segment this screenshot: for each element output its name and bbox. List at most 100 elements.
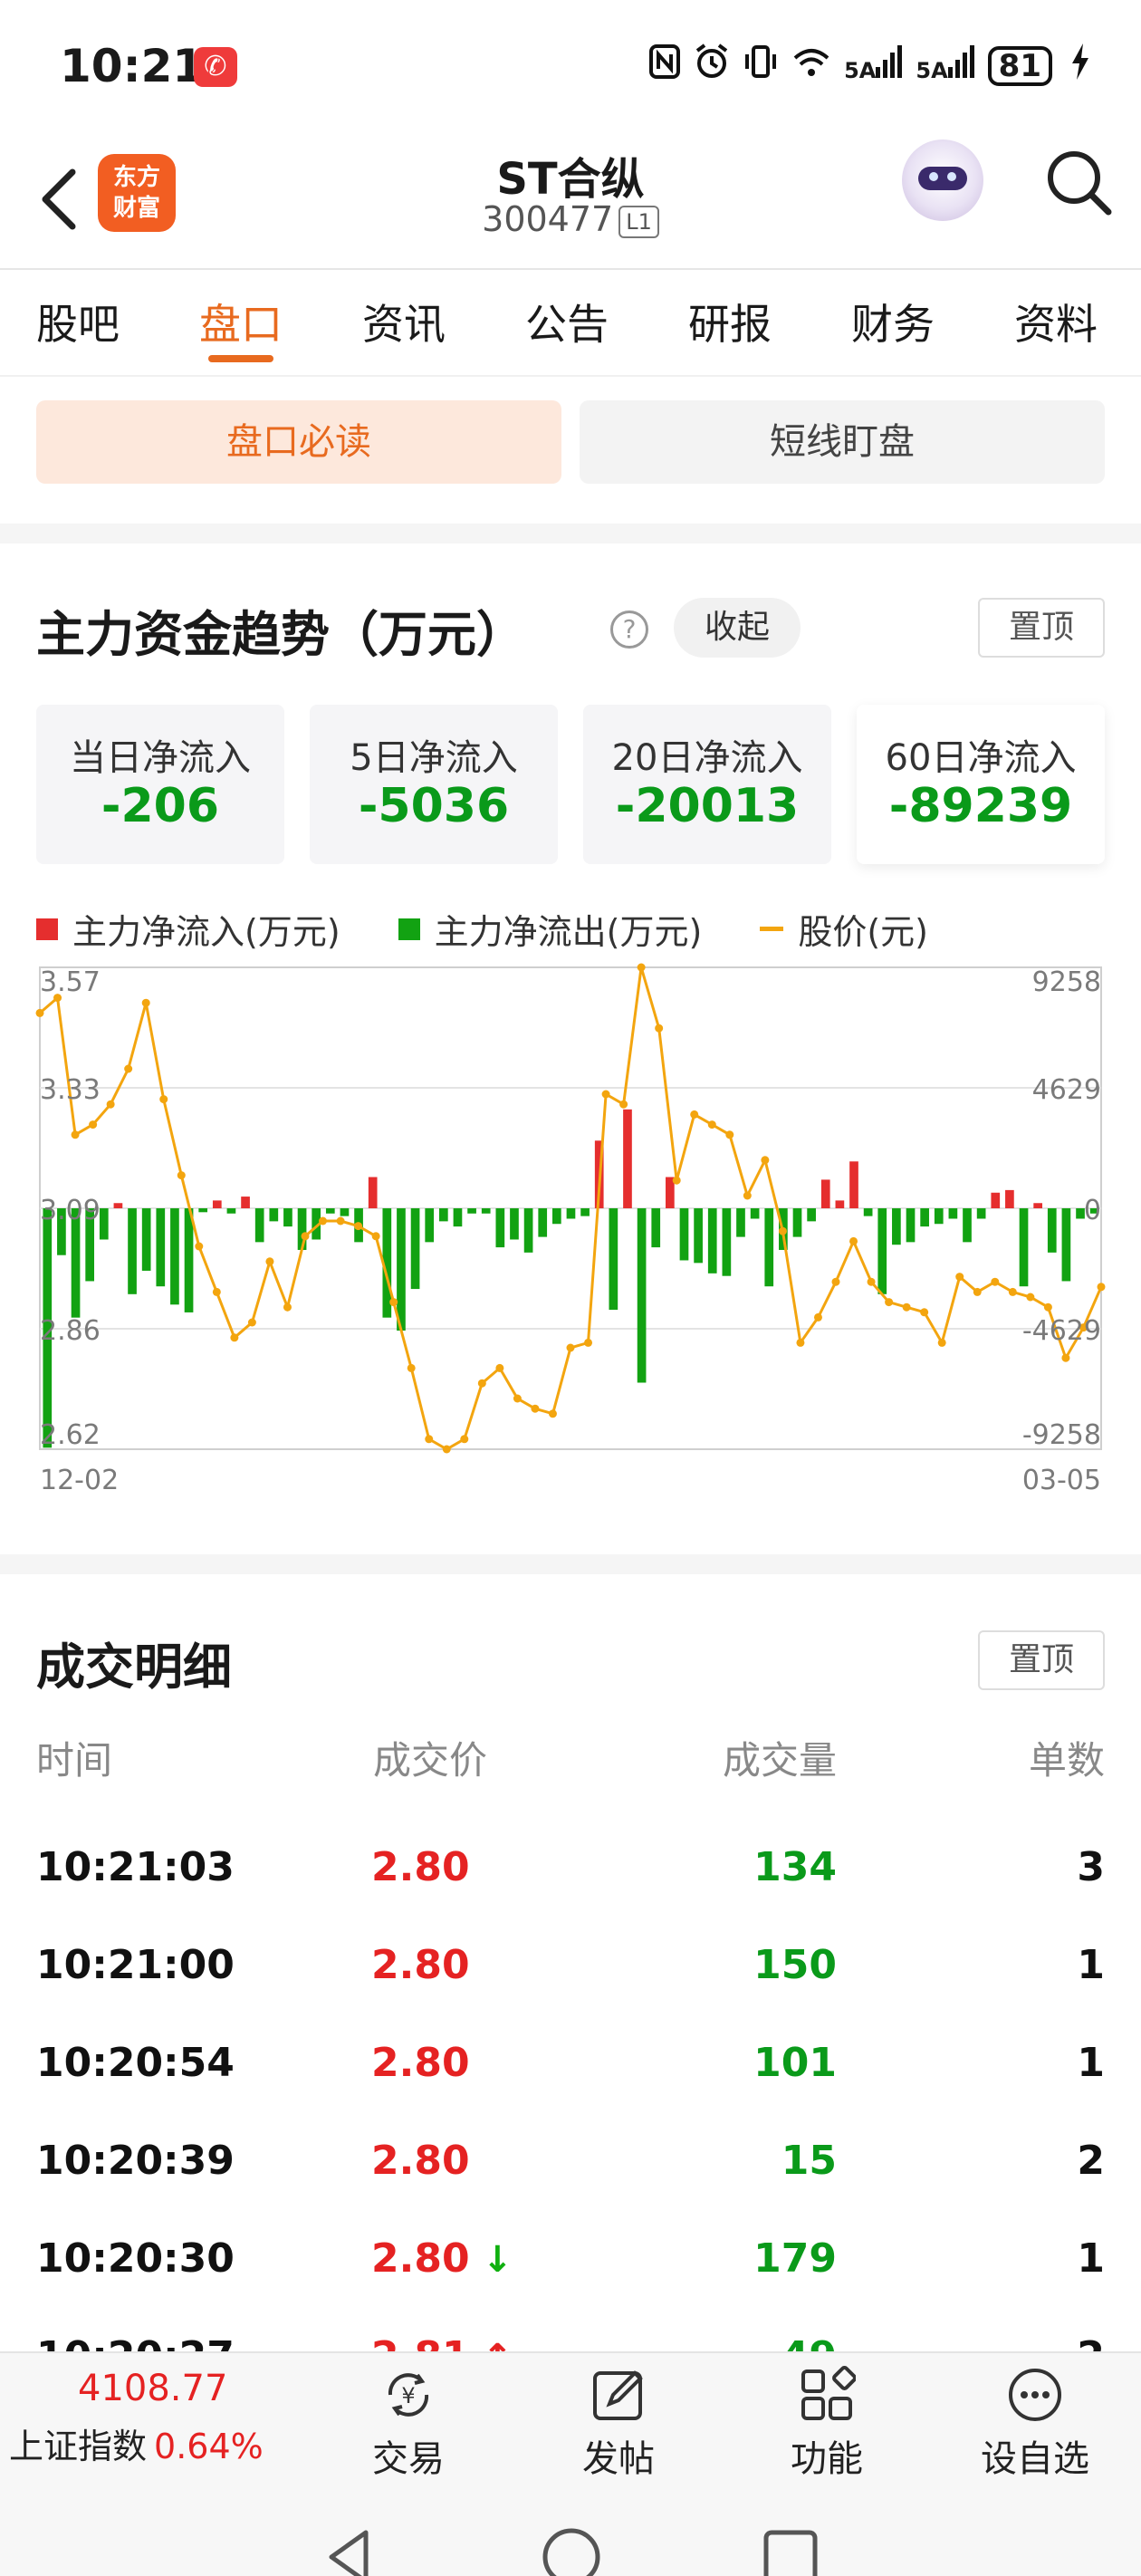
y-left-tick: 2.62	[40, 1419, 101, 1451]
price-point	[584, 1338, 593, 1347]
bottom-bar: 4108.77 上证指数 0.64% ¥ 交易 发帖 功能 设自选	[0, 2351, 1141, 2576]
search-button[interactable]	[1043, 147, 1116, 219]
price-point	[1061, 1353, 1070, 1362]
outflow-bar	[920, 1208, 929, 1227]
index-value[interactable]: 4108.77	[78, 2368, 227, 2409]
col-header-time: 时间	[36, 1738, 113, 1783]
wifi-icon	[791, 43, 831, 88]
add-watchlist-button[interactable]: 设自选	[967, 2366, 1103, 2482]
outflow-bar	[694, 1208, 703, 1264]
signal-icon: 5A	[844, 45, 903, 86]
inflow-bar	[991, 1192, 1001, 1208]
stat-value: -89239	[888, 779, 1073, 833]
price-point	[796, 1338, 805, 1347]
inflow-bar	[820, 1179, 830, 1208]
price-point	[813, 1312, 822, 1322]
nav-back-icon[interactable]	[319, 2525, 382, 2576]
trade-volume: 134	[753, 1844, 837, 1890]
collapse-button[interactable]: 收起	[674, 598, 801, 658]
trade-row: 10:21:00 2.80 150 1	[0, 1917, 1141, 2014]
price-point	[920, 1308, 929, 1317]
trade-button[interactable]: ¥ 交易	[340, 2366, 476, 2482]
capital-flow-title: 主力资金趋势（万元）	[36, 606, 525, 663]
outflow-bar	[340, 1208, 350, 1216]
price-point	[265, 1257, 274, 1266]
outflow-bar	[877, 1208, 887, 1294]
outflow-bar	[551, 1208, 561, 1225]
outflow-bar	[807, 1208, 816, 1222]
tab-profile[interactable]: 资料	[1014, 292, 1098, 351]
price-point	[141, 998, 150, 1007]
nav-recents-icon[interactable]	[759, 2525, 822, 2576]
price-point	[973, 1287, 982, 1296]
stat-card: 20日净流入 -20013	[583, 705, 831, 864]
trade-volume: 150	[753, 1942, 837, 1988]
segment-short-term[interactable]: 短线盯盘	[580, 400, 1105, 484]
price-point	[1043, 1302, 1052, 1312]
y-left-tick: 3.33	[40, 1074, 101, 1106]
help-icon[interactable]: ?	[610, 610, 648, 649]
col-header-volume: 成交量	[722, 1738, 837, 1783]
watchlist-icon	[1009, 2369, 1061, 2421]
price-point	[336, 1216, 345, 1226]
tab-pankou[interactable]: 盘口	[199, 292, 283, 351]
price-point	[354, 1222, 363, 1231]
price-point	[955, 1273, 964, 1282]
price-point	[389, 1298, 398, 1307]
outflow-bar	[170, 1208, 179, 1305]
price-point	[991, 1277, 1000, 1286]
col-header-count: 单数	[1028, 1738, 1105, 1783]
trade-time: 10:20:39	[36, 2138, 235, 2184]
segment-must-read[interactable]: 盘口必读	[36, 400, 561, 484]
battery-icon: 81	[987, 45, 1052, 86]
tab-finance[interactable]: 财务	[851, 292, 935, 351]
price-point	[885, 1298, 894, 1307]
tab-research[interactable]: 研报	[688, 292, 772, 351]
outflow-bar	[481, 1208, 491, 1214]
price-point	[159, 1095, 168, 1104]
legend-swatch-line	[760, 927, 784, 931]
index-line[interactable]: 上证指数 0.64%	[9, 2418, 264, 2468]
y-right-tick: 0	[1084, 1195, 1101, 1226]
trade-row: 10:20:30 2.80 ↓ 179 1	[0, 2210, 1141, 2308]
trade-detail-title: 成交明细	[36, 1639, 232, 1696]
inflow-bar	[849, 1161, 858, 1208]
legend-swatch-green	[398, 918, 420, 940]
tab-announcements[interactable]: 公告	[525, 292, 609, 351]
price-point	[937, 1338, 946, 1347]
section-divider	[0, 1554, 1141, 1574]
post-button[interactable]: 发帖	[551, 2366, 686, 2482]
trade-price: 2.80	[371, 2235, 470, 2282]
pin-top-button[interactable]: 置顶	[978, 598, 1105, 658]
outflow-bar	[184, 1208, 194, 1312]
outflow-bar	[438, 1208, 448, 1222]
functions-button[interactable]: 功能	[759, 2365, 895, 2482]
inflow-bar	[1033, 1203, 1042, 1208]
nav-home-icon[interactable]	[540, 2525, 603, 2576]
assistant-avatar[interactable]	[902, 139, 983, 221]
trade-row: 10:21:03 2.80 134 3	[0, 1819, 1141, 1917]
status-icons: 5A 5A 81	[648, 43, 1096, 88]
inflow-bar	[1005, 1189, 1014, 1208]
trade-volume: 15	[781, 2138, 837, 2184]
tab-news[interactable]: 资讯	[362, 292, 446, 351]
capital-flow-chart: 3.57 3.33 3.09 2.86 2.62 9258 4629 0 -4629 -9258 1…	[35, 963, 1106, 1496]
stat-label: 20日净流入	[611, 737, 803, 779]
outflow-bar	[425, 1208, 435, 1243]
price-point	[831, 1277, 840, 1286]
pin-top-button[interactable]: 置顶	[978, 1630, 1105, 1690]
stat-card: 60日净流入 -89239	[857, 705, 1105, 864]
price-point	[319, 1216, 328, 1226]
outflow-bar	[722, 1208, 732, 1276]
outflow-bar	[510, 1208, 519, 1240]
outflow-bar	[707, 1208, 717, 1274]
trade-volume: 179	[753, 2235, 837, 2282]
price-point	[1097, 1283, 1106, 1292]
price-point	[177, 1171, 186, 1180]
outflow-bar	[679, 1208, 689, 1261]
y-right-tick: -4629	[1022, 1315, 1101, 1347]
trade-row: 10:20:39 2.80 15 2	[0, 2112, 1141, 2210]
outflow-bar	[892, 1208, 901, 1245]
search-icon	[1048, 151, 1112, 216]
tab-guba[interactable]: 股吧	[36, 292, 120, 351]
